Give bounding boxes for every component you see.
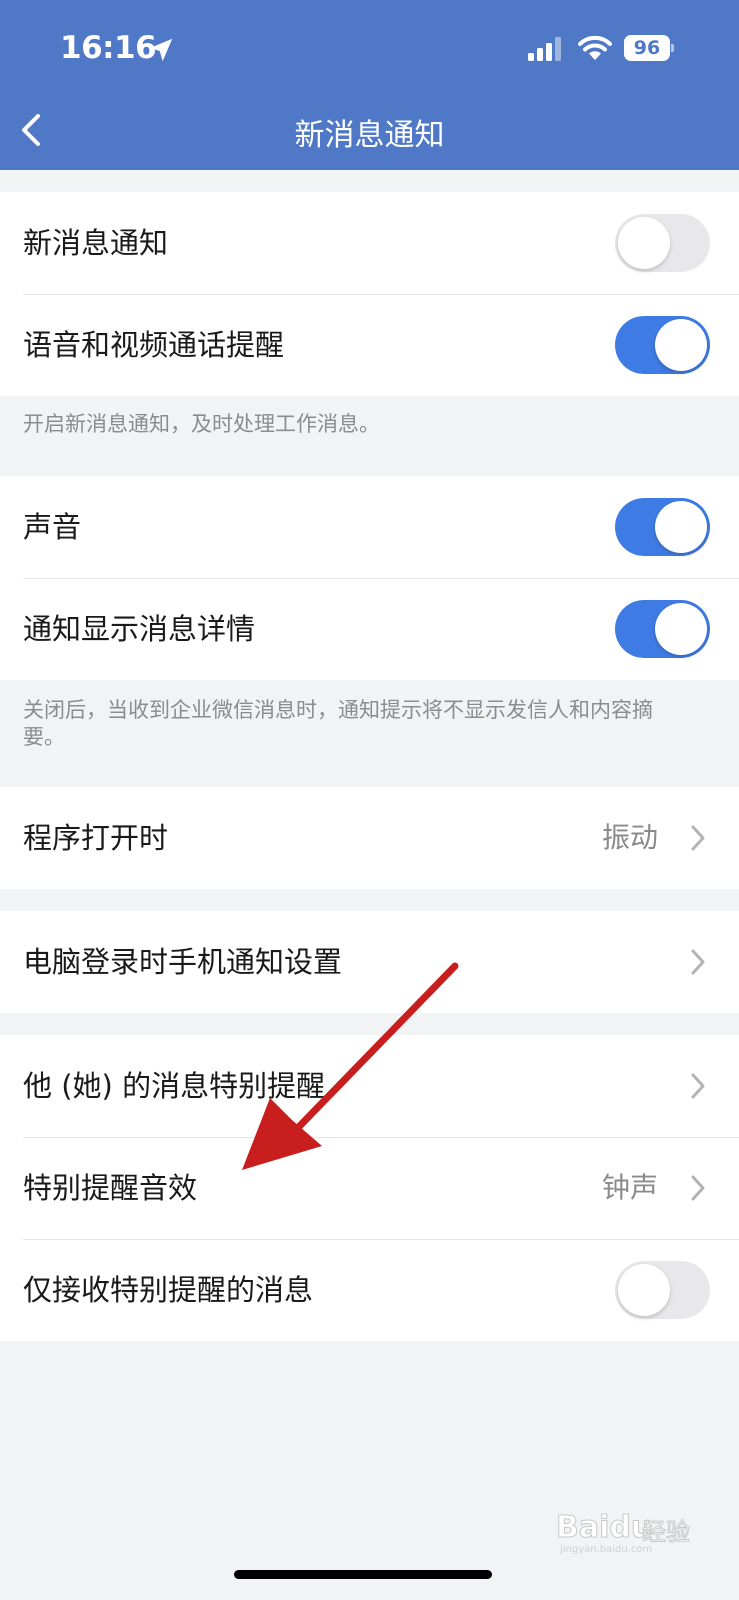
- only-special-toggle[interactable]: [615, 1261, 710, 1319]
- sound-toggle[interactable]: [615, 498, 710, 556]
- page-title: 新消息通知: [294, 118, 445, 153]
- call-reminder-toggle[interactable]: [615, 316, 710, 374]
- chevron-right-icon: [691, 1073, 705, 1099]
- setting-row-only-special: 仅接收特别提醒的消息: [0, 1239, 739, 1341]
- setting-label: 仅接收特别提醒的消息: [23, 1273, 314, 1307]
- setting-row-app-open[interactable]: 程序打开时 振动: [0, 787, 739, 889]
- setting-label: 新消息通知: [23, 226, 169, 260]
- show-details-toggle[interactable]: [615, 600, 710, 658]
- setting-label: 程序打开时: [23, 821, 169, 855]
- setting-value: 振动: [601, 821, 658, 854]
- notifications-note: 开启新消息通知，及时处理工作消息。: [23, 412, 380, 436]
- battery-icon: 96: [624, 35, 674, 61]
- settings-group-desktop-login: 电脑登录时手机通知设置: [0, 911, 739, 1013]
- home-indicator[interactable]: [234, 1570, 492, 1579]
- chevron-right-icon: [691, 1175, 705, 1201]
- settings-group-notifications: 新消息通知 语音和视频通话提醒: [0, 192, 739, 396]
- setting-label: 通知显示消息详情: [23, 612, 256, 646]
- setting-label: 声音: [23, 510, 82, 544]
- settings-group-app-open: 程序打开时 振动: [0, 787, 739, 889]
- location-arrow-icon: [149, 38, 173, 62]
- setting-label: 电脑登录时手机通知设置: [23, 945, 343, 979]
- navigation-bar: 新消息通知: [0, 92, 739, 170]
- setting-row-sound: 声音: [0, 476, 739, 578]
- chevron-right-icon: [691, 949, 705, 975]
- setting-label: 特别提醒音效: [23, 1171, 198, 1205]
- battery-level: 96: [624, 35, 670, 61]
- status-time: 16:16: [60, 30, 157, 66]
- setting-row-show-details: 通知显示消息详情: [0, 578, 739, 680]
- status-bar: 16:16 96: [0, 0, 739, 92]
- settings-group-sound: 声音 通知显示消息详情: [0, 476, 739, 680]
- setting-label: 他 (她) 的消息特别提醒: [23, 1069, 326, 1103]
- setting-row-special-reminder[interactable]: 他 (她) 的消息特别提醒: [0, 1035, 739, 1137]
- setting-row-desktop-login[interactable]: 电脑登录时手机通知设置: [0, 911, 739, 1013]
- setting-row-reminder-sound[interactable]: 特别提醒音效 钟声: [0, 1137, 739, 1239]
- baidu-watermark: Baidu 经验 jingyan.baidu.com: [555, 1510, 690, 1556]
- setting-row-new-message: 新消息通知: [0, 192, 739, 294]
- setting-row-call-reminder: 语音和视频通话提醒: [0, 294, 739, 396]
- new-message-toggle[interactable]: [615, 214, 710, 272]
- wifi-icon: [578, 35, 612, 60]
- details-note: 关闭后，当收到企业微信消息时，通知提示将不显示发信人和内容摘要。: [23, 698, 653, 749]
- setting-label: 语音和视频通话提醒: [23, 328, 285, 362]
- settings-group-special-reminder: 他 (她) 的消息特别提醒 特别提醒音效 钟声 仅接收特别提醒的消息: [0, 1035, 739, 1341]
- cellular-signal-icon: [528, 37, 561, 61]
- setting-value: 钟声: [601, 1171, 658, 1204]
- chevron-right-icon: [691, 825, 705, 851]
